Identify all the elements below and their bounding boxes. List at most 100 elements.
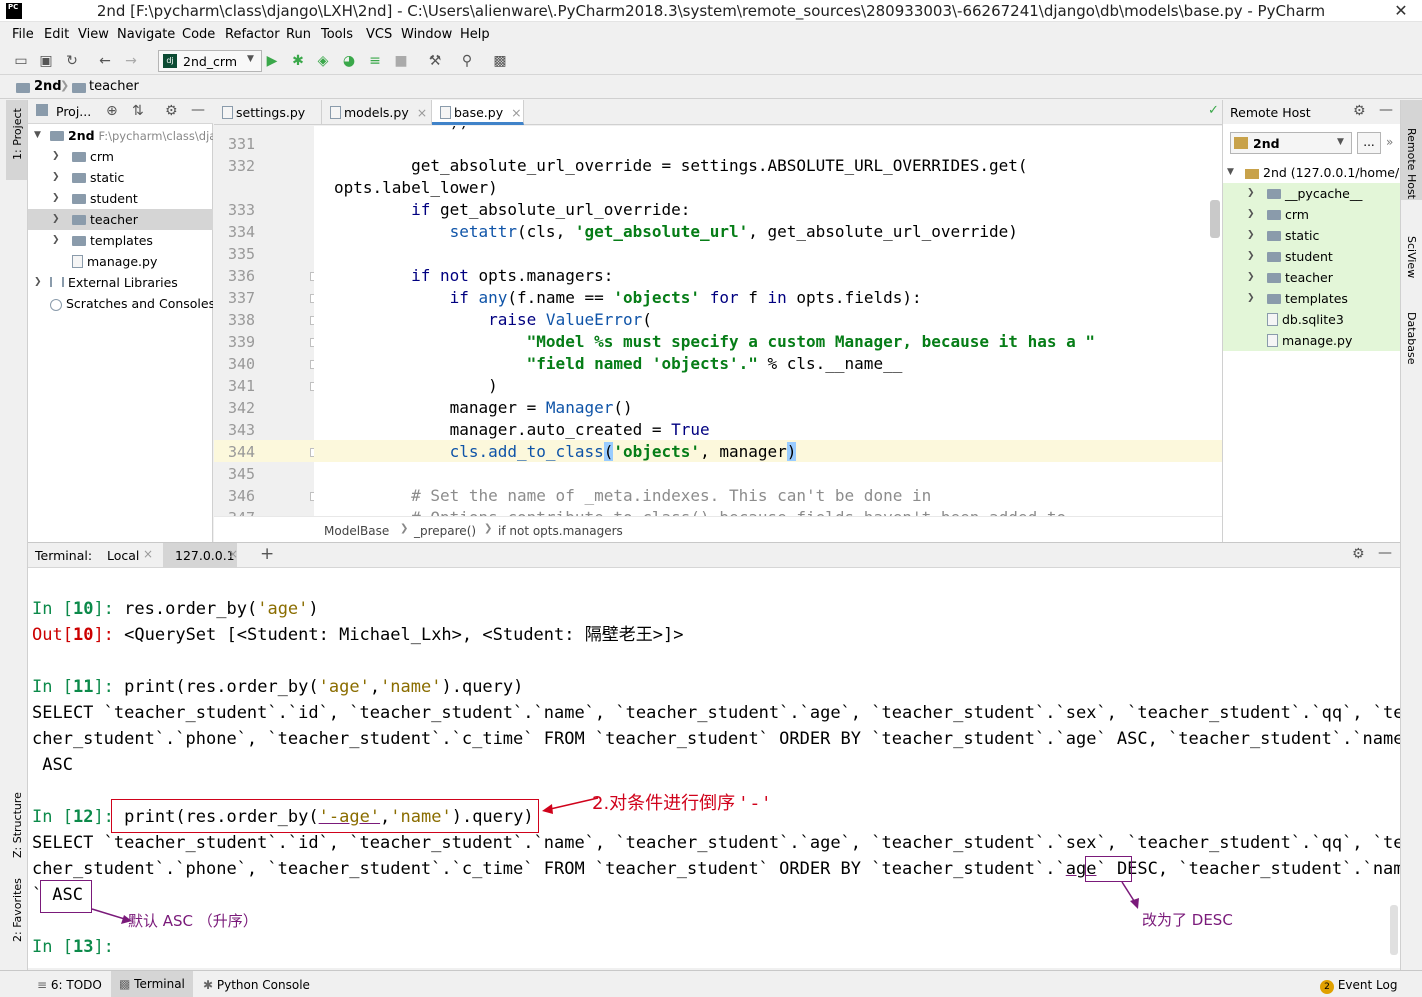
tab-base-py[interactable]: base.py ×: [432, 100, 524, 125]
remote-tree-item[interactable]: ❯ crm: [1223, 204, 1401, 225]
remote-tree-item[interactable]: ❯ teacher: [1223, 267, 1401, 288]
bottom-tool-bar: ≡ 6: TODO ▩ Terminal ✱ Python Console 2 …: [0, 970, 1422, 997]
menu-tools[interactable]: Tools: [321, 27, 353, 42]
line-number: 339: [228, 333, 256, 351]
add-terminal-icon[interactable]: +: [260, 544, 274, 564]
profile-icon[interactable]: ◕: [340, 52, 358, 70]
menu-help[interactable]: Help: [460, 27, 490, 42]
back-icon[interactable]: ←: [96, 52, 114, 70]
server-select[interactable]: 2nd ▼: [1230, 132, 1352, 154]
gear-icon[interactable]: ⚙: [165, 103, 178, 119]
menu-run[interactable]: Run: [286, 27, 311, 42]
close-icon[interactable]: ×: [228, 547, 238, 561]
menu-vcs[interactable]: VCS: [366, 27, 392, 42]
hide-panel-icon[interactable]: —: [1378, 545, 1392, 561]
favorites-tool-tab[interactable]: 2: Favorites: [11, 878, 24, 942]
tree-item[interactable]: ❯ templates: [28, 230, 213, 251]
terminal-tab-remote[interactable]: 127.0.0.1: [175, 548, 235, 563]
line-number: 337: [228, 289, 256, 307]
tab-models-py[interactable]: models.py ×: [322, 100, 432, 125]
tree-item[interactable]: ❯ student: [28, 188, 213, 209]
gear-icon[interactable]: ⚙: [1352, 546, 1365, 562]
close-icon[interactable]: ×: [511, 105, 521, 120]
structure-tool-tab[interactable]: Z: Structure: [11, 792, 24, 858]
remote-tree-item[interactable]: ❯ templates: [1223, 288, 1401, 309]
breadcrumb-folder[interactable]: teacher: [89, 79, 139, 94]
concurrency-icon[interactable]: ≡: [366, 52, 384, 70]
code-editor[interactable]: )) get_absolute_url_override = settings.…: [314, 126, 1222, 516]
todo-tool-tab[interactable]: ≡ 6: TODO: [37, 975, 102, 995]
tree-external-libraries[interactable]: ❯ External Libraries: [28, 272, 213, 293]
remote-tree-item[interactable]: db.sqlite3: [1223, 309, 1401, 330]
tree-item-selected[interactable]: ❯ teacher: [28, 209, 213, 230]
remote-host-tool-tab[interactable]: Remote Host: [1405, 128, 1418, 199]
code-comment: # Options.contribute_to_class() because …: [334, 507, 1066, 516]
run-icon[interactable]: ▶: [263, 52, 281, 70]
menu-edit[interactable]: Edit: [44, 27, 69, 42]
menu-view[interactable]: View: [78, 27, 109, 42]
tree-root[interactable]: ▼ 2nd F:\pycharm\class\dja: [28, 125, 213, 146]
project-tool-tab[interactable]: 1: Project: [11, 108, 24, 160]
terminal-tool-tab[interactable]: ▩ Terminal: [111, 971, 193, 997]
menu-file[interactable]: File: [12, 27, 34, 42]
close-window-button[interactable]: ✕: [1380, 0, 1422, 22]
tree-scratches[interactable]: Scratches and Consoles: [28, 293, 213, 314]
sciview-tool-tab[interactable]: SciView: [1405, 236, 1418, 278]
code-line: manager.auto_created = True: [334, 420, 710, 439]
close-icon[interactable]: ×: [417, 105, 427, 120]
menu-code[interactable]: Code: [182, 27, 215, 42]
tree-item[interactable]: ❯ static: [28, 167, 213, 188]
breadcrumb-project[interactable]: 2nd: [34, 79, 62, 94]
close-icon[interactable]: ×: [143, 547, 153, 561]
folder-icon: [72, 214, 86, 225]
editor-scrollbar[interactable]: [1210, 200, 1220, 238]
line-number: 338: [228, 311, 256, 329]
hide-panel-icon[interactable]: —: [191, 102, 205, 118]
debug-icon[interactable]: ✱: [289, 52, 307, 70]
double-chevron-icon[interactable]: »: [1386, 135, 1393, 149]
open-icon[interactable]: ▭: [12, 52, 30, 70]
collapse-icon[interactable]: ⇅: [132, 103, 144, 119]
remote-tree-item[interactable]: manage.py: [1223, 330, 1401, 351]
python-console-tool-tab[interactable]: ✱ Python Console: [203, 975, 310, 995]
project-view-icon: [36, 104, 48, 116]
settings-wrench-icon[interactable]: ⚒: [426, 52, 444, 70]
stop-icon[interactable]: ■: [392, 52, 410, 70]
event-log-tool-tab[interactable]: 2 Event Log: [1320, 975, 1397, 995]
vcs-icon[interactable]: ▩: [491, 52, 509, 70]
menu-refactor[interactable]: Refactor: [225, 27, 280, 42]
hide-panel-icon[interactable]: —: [1379, 102, 1393, 118]
menu-navigate[interactable]: Navigate: [117, 27, 175, 42]
terminal-tab-local[interactable]: Local: [107, 548, 139, 563]
project-view-select[interactable]: Proj...: [56, 104, 91, 119]
tab-settings-py[interactable]: settings.py ×: [214, 100, 322, 145]
database-tool-tab[interactable]: Database: [1405, 312, 1418, 365]
terminal-scrollbar[interactable]: [1390, 905, 1398, 955]
save-icon[interactable]: ▣: [37, 52, 55, 70]
gear-icon[interactable]: ⚙: [1353, 103, 1366, 119]
python-file-icon: [72, 255, 83, 268]
code-comment: # Set the name of _meta.indexes. This ca…: [334, 486, 932, 505]
menu-window[interactable]: Window: [401, 27, 452, 42]
line-number: 346: [228, 487, 256, 505]
tree-item[interactable]: ❯ crm: [28, 146, 213, 167]
crumb-method[interactable]: _prepare(): [414, 524, 476, 538]
crumb-statement[interactable]: if not opts.managers: [498, 524, 623, 538]
remote-tree-item[interactable]: ❯ static: [1223, 225, 1401, 246]
run-config-select[interactable]: dj 2nd_crm ▼: [158, 50, 262, 72]
coverage-icon[interactable]: ◈: [314, 52, 332, 70]
forward-icon[interactable]: →: [122, 52, 140, 70]
locate-icon[interactable]: ⊕: [106, 103, 118, 119]
line-number: 331: [228, 135, 256, 153]
sync-icon[interactable]: ↻: [63, 52, 81, 70]
chevron-right-icon: ❯: [1247, 230, 1255, 240]
search-icon[interactable]: ⚲: [458, 52, 476, 70]
remote-tree-item[interactable]: ❯ student: [1223, 246, 1401, 267]
folder-icon: [1267, 293, 1281, 304]
more-icon[interactable]: ...: [1357, 132, 1381, 154]
tree-item[interactable]: manage.py: [28, 251, 213, 272]
remote-tree-item[interactable]: ❯ __pycache__: [1223, 183, 1401, 204]
terminal-output[interactable]: In [10]: res.order_by('age') Out[10]: <Q…: [28, 568, 1400, 968]
remote-tree-root[interactable]: ▼ 2nd (127.0.0.1/home/py: [1223, 162, 1401, 183]
crumb-class[interactable]: ModelBase: [324, 524, 389, 538]
